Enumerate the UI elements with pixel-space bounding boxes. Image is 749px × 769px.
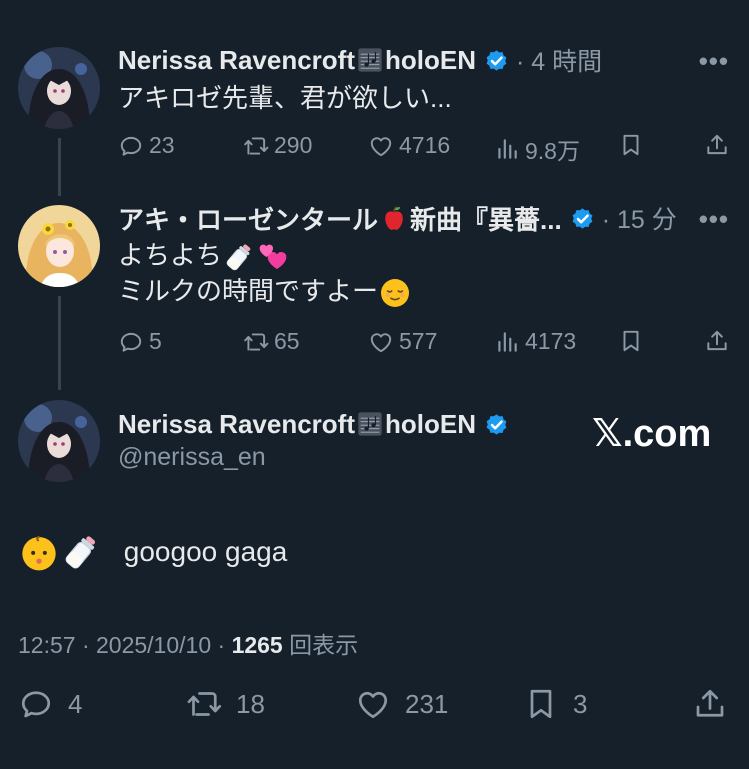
retweet-button[interactable]: 65 [243, 328, 300, 355]
retweet-icon [243, 133, 269, 159]
tweet-header: アキ・ローゼンタール 新曲『異薔... · 15 分 [118, 200, 677, 236]
view-count: 9.8万 [525, 138, 580, 164]
views-icon [494, 329, 520, 355]
display-name-suffix[interactable]: holoEN [385, 409, 476, 440]
reply-button[interactable]: 5 [118, 328, 162, 355]
retweet-count: 18 [236, 688, 265, 719]
bookmark-icon [618, 132, 644, 158]
more-options-icon[interactable]: ••• [699, 204, 729, 235]
avatar-aki-image [18, 205, 100, 287]
x-com-watermark: 𝕏.com [592, 413, 712, 455]
tweet-text: googoo gaga [123, 536, 288, 567]
two-hearts-icon [257, 241, 289, 273]
avatar-nerissa-image [18, 400, 100, 482]
avatar-nerissa[interactable] [18, 47, 100, 129]
view-count: 4173 [525, 328, 577, 354]
retweet-icon [186, 686, 222, 722]
verified-icon [483, 411, 510, 438]
views-button[interactable]: 9.8万 [494, 132, 580, 166]
display-name[interactable]: Nerissa Ravencroft [118, 409, 355, 440]
share-icon [704, 328, 730, 354]
view-count-label: 回表示 [282, 632, 359, 658]
like-icon [368, 329, 394, 355]
avatar-aki[interactable] [18, 205, 100, 287]
like-icon [355, 686, 391, 722]
tweet-text-main: googoo gaga [18, 532, 287, 572]
bookmark-button[interactable] [618, 132, 649, 158]
display-name[interactable]: Nerissa Ravencroft [118, 45, 355, 76]
reply-button[interactable]: 23 [118, 132, 175, 159]
bookmark-button[interactable]: 3 [523, 686, 587, 722]
like-button[interactable]: 577 [368, 328, 437, 355]
bookmark-count: 3 [573, 688, 588, 719]
reply-count: 4 [68, 688, 83, 719]
timestamp-text[interactable]: 12:57 · 2025/10/10 · [18, 632, 232, 658]
like-count: 4716 [399, 132, 451, 158]
reply-count: 5 [149, 328, 162, 354]
music-score-icon [356, 46, 384, 74]
retweet-count: 65 [274, 328, 300, 354]
tweet-text: アキロゼ先輩、君が欲しい... [118, 83, 452, 113]
share-button[interactable] [692, 686, 742, 722]
share-icon [704, 132, 730, 158]
display-name-suffix[interactable]: holoEN [385, 45, 476, 76]
bookmark-button[interactable] [618, 328, 649, 354]
tweet-header: Nerissa Ravencroft holoEN [118, 406, 510, 442]
retweet-button[interactable]: 290 [243, 132, 312, 159]
tweet-text: よちよち [118, 240, 223, 270]
tweet-time[interactable]: · 15 分 [602, 200, 677, 236]
share-button[interactable] [704, 328, 735, 354]
avatar-nerissa-image [18, 47, 100, 129]
tweet-text: ミルクの時間ですよー [118, 276, 379, 306]
share-icon [692, 686, 728, 722]
baby-bottle-icon [223, 241, 255, 273]
baby-bottle-icon [61, 532, 101, 572]
retweet-button[interactable]: 18 [186, 686, 265, 722]
thread-line [58, 296, 61, 390]
like-button[interactable]: 4716 [368, 132, 450, 159]
apple-icon [379, 203, 409, 233]
reply-icon [118, 329, 144, 355]
like-count: 577 [399, 328, 438, 354]
reply-icon [18, 686, 54, 722]
more-options-icon[interactable]: ••• [699, 46, 729, 77]
like-icon [368, 133, 394, 159]
view-count-total: 1265 [231, 632, 283, 658]
reply-count: 23 [149, 132, 175, 158]
reply-icon [118, 133, 144, 159]
display-name-suffix[interactable]: 新曲『異薔... [410, 200, 562, 237]
display-name[interactable]: アキ・ローゼンタール [118, 200, 378, 237]
retweet-count: 290 [274, 132, 313, 158]
tweet-text-line-1: よちよち [118, 237, 290, 273]
verified-icon [569, 205, 596, 232]
baby-face-icon [19, 532, 59, 572]
tweet-time[interactable]: · 4 時間 [516, 42, 602, 78]
bookmark-icon [618, 328, 644, 354]
tweet-text-line-2: ミルクの時間ですよー [118, 273, 412, 309]
retweet-icon [243, 329, 269, 355]
like-button[interactable]: 231 [355, 686, 448, 722]
share-button[interactable] [704, 132, 735, 158]
user-handle[interactable]: @nerissa_en [118, 443, 266, 472]
relieved-face-icon [379, 277, 411, 309]
views-button[interactable]: 4173 [494, 328, 576, 355]
reply-button[interactable]: 4 [18, 686, 82, 722]
tweet-header: Nerissa Ravencroft holoEN · 4 時間 [118, 42, 602, 78]
avatar-nerissa[interactable] [18, 400, 100, 482]
bookmark-icon [523, 686, 559, 722]
verified-icon [483, 47, 510, 74]
like-count: 231 [405, 688, 449, 719]
music-score-icon [356, 410, 384, 438]
tweet-timestamp: 12:57 · 2025/10/10 · 1265 回表示 [18, 626, 358, 660]
views-icon [494, 136, 520, 162]
thread-line [58, 138, 61, 196]
